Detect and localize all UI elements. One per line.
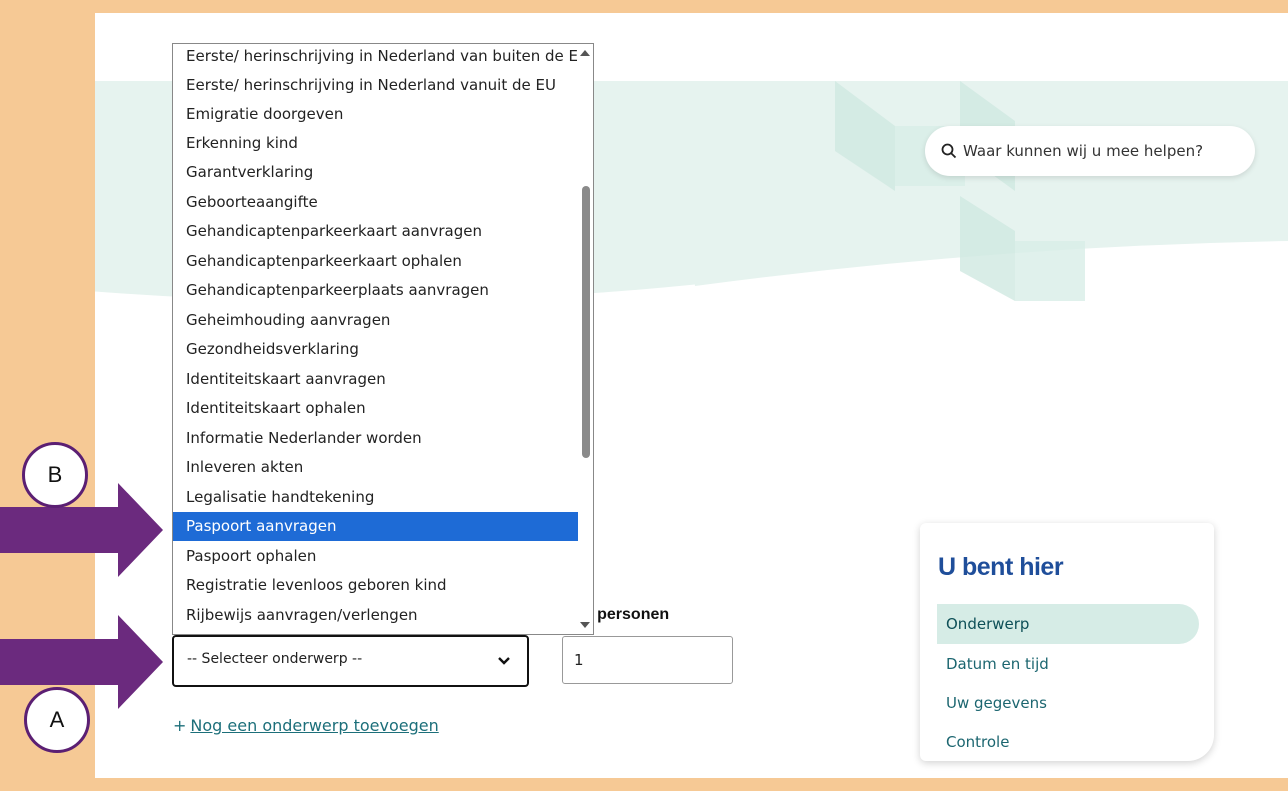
dropdown-option[interactable]: Gezondheidsverklaring	[173, 335, 580, 364]
step-datum-en-tijd[interactable]: Datum en tijd	[937, 644, 1199, 684]
dropdown-option[interactable]: Erkenning kind	[173, 129, 580, 158]
dropdown-option[interactable]: Geboorteaangifte	[173, 188, 580, 217]
dropdown-option[interactable]: Gehandicaptenparkeerplaats aanvragen	[173, 276, 580, 305]
search-placeholder: Waar kunnen wij u mee helpen?	[963, 142, 1204, 160]
dropdown-option-selected[interactable]: Paspoort aanvragen	[173, 512, 580, 541]
dropdown-option[interactable]: Informatie Nederlander worden	[173, 424, 580, 453]
annotation-label-a: A	[24, 687, 90, 753]
step-controle[interactable]: Controle	[937, 722, 1199, 762]
chevron-down-icon	[498, 657, 510, 665]
add-subject-link[interactable]: + Nog een onderwerp toevoegen	[173, 716, 439, 735]
scroll-up-arrow-icon[interactable]	[580, 50, 590, 56]
step-uw-gegevens[interactable]: Uw gegevens	[937, 683, 1199, 723]
dropdown-option[interactable]: Paspoort ophalen	[173, 542, 580, 571]
dropdown-option[interactable]: Identiteitskaart aanvragen	[173, 365, 580, 394]
dropdown-scrollbar[interactable]	[578, 44, 593, 634]
dropdown-option[interactable]: Eerste/ herinschrijving in Nederland van…	[173, 71, 580, 100]
progress-panel: U bent hier Onderwerp Datum en tijd Uw g…	[920, 523, 1214, 761]
dropdown-option[interactable]: Emigratie doorgeven	[173, 100, 580, 129]
dropdown-option[interactable]: Identiteitskaart ophalen	[173, 394, 580, 423]
annotation-label-b: B	[22, 442, 88, 508]
dropdown-option[interactable]: Inleveren akten	[173, 453, 580, 482]
dropdown-option[interactable]: Gehandicaptenparkeerkaart ophalen	[173, 247, 580, 276]
annotation-arrow-a	[0, 615, 163, 709]
person-count-input[interactable]: 1	[562, 636, 733, 684]
annotation-arrow-b	[0, 483, 163, 577]
add-subject-label: Nog een onderwerp toevoegen	[190, 716, 439, 735]
dropdown-option[interactable]: Geheimhouding aanvragen	[173, 306, 580, 335]
plus-icon: +	[173, 716, 187, 735]
dropdown-option[interactable]: Garantverklaring	[173, 158, 580, 187]
dropdown-option[interactable]: Gehandicaptenparkeerkaart aanvragen	[173, 217, 580, 246]
subject-select-value: -- Selecteer onderwerp --	[187, 651, 363, 667]
dropdown-option[interactable]: Registratie levenloos geboren kind	[173, 571, 580, 600]
search-icon	[941, 143, 957, 159]
dropdown-option[interactable]: Eerste/ herinschrijving in Nederland van…	[173, 44, 589, 71]
subject-dropdown-list[interactable]: Eerste/ herinschrijving in Nederland van…	[172, 43, 594, 635]
scrollbar-thumb[interactable]	[582, 186, 590, 458]
progress-panel-title: U bent hier	[938, 553, 1064, 581]
search-box[interactable]: Waar kunnen wij u mee helpen?	[925, 126, 1255, 176]
scroll-down-arrow-icon[interactable]	[580, 622, 590, 628]
dropdown-option[interactable]: Legalisatie handtekening	[173, 483, 580, 512]
subject-select[interactable]: -- Selecteer onderwerp --	[172, 635, 529, 687]
dropdown-option[interactable]: Rijbewijs aanvragen/verlengen	[173, 601, 580, 630]
step-onderwerp[interactable]: Onderwerp	[937, 604, 1199, 644]
